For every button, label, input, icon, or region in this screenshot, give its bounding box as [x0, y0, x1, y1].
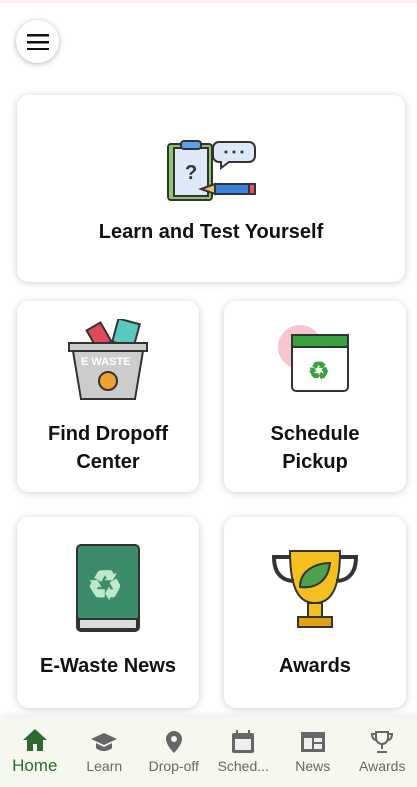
nav-learn[interactable]: Learn	[71, 730, 137, 774]
newspaper-icon	[300, 732, 325, 752]
news-label: E-Waste News	[40, 655, 176, 677]
trophy-leaf-icon	[271, 550, 359, 628]
nav-awards[interactable]: Awards	[349, 730, 415, 774]
nav-label: Drop-off	[148, 758, 199, 774]
recycle-book-icon: ♻	[76, 544, 140, 632]
nav-schedule[interactable]: Sched...	[210, 730, 276, 774]
calendar-icon	[232, 730, 255, 753]
recycle-calendar-icon: ♻	[278, 325, 349, 392]
svg-text:E WASTE: E WASTE	[81, 356, 131, 368]
svg-text:♻: ♻	[308, 358, 330, 385]
trophy-icon	[371, 731, 394, 753]
nav-label: Sched...	[217, 758, 269, 774]
nav-label: Learn	[86, 758, 123, 774]
nav-label: Home	[12, 756, 58, 775]
nav-label: Awards	[359, 758, 406, 774]
nav-home[interactable]: Home	[2, 728, 68, 776]
ewaste-bin-icon: E WASTE	[68, 319, 148, 400]
learn-label: Learn and Test Yourself	[98, 221, 324, 243]
learn-card[interactable]: ? Learn and Test Yourself	[17, 95, 405, 282]
quiz-clipboard-icon: ?	[167, 140, 256, 201]
nav-news[interactable]: News	[280, 730, 346, 774]
graduation-cap-icon	[91, 733, 118, 751]
hamburger-icon	[26, 33, 49, 50]
nav-dropoff[interactable]: Drop-off	[141, 730, 207, 774]
pickup-card[interactable]: ♻ Schedule Pickup	[224, 301, 406, 492]
home-icon	[22, 729, 47, 751]
news-card[interactable]: ♻ E-Waste News	[17, 517, 199, 708]
dropoff-card[interactable]: E WASTE Find Dropoff Center	[17, 301, 199, 492]
awards-card[interactable]: Awards	[224, 517, 406, 708]
svg-text:♻: ♻	[87, 564, 123, 608]
top-line	[0, 0, 417, 3]
bottom-nav: Home Learn Drop-off Sched... News Awards	[0, 717, 417, 787]
nav-label: News	[295, 758, 331, 774]
pickup-label: Schedule Pickup	[270, 423, 360, 473]
svg-text:?: ?	[185, 162, 197, 184]
awards-label: Awards	[279, 655, 351, 677]
menu-button[interactable]	[16, 20, 59, 63]
dropoff-label: Find Dropoff Center	[48, 423, 168, 473]
map-pin-icon	[165, 731, 182, 753]
